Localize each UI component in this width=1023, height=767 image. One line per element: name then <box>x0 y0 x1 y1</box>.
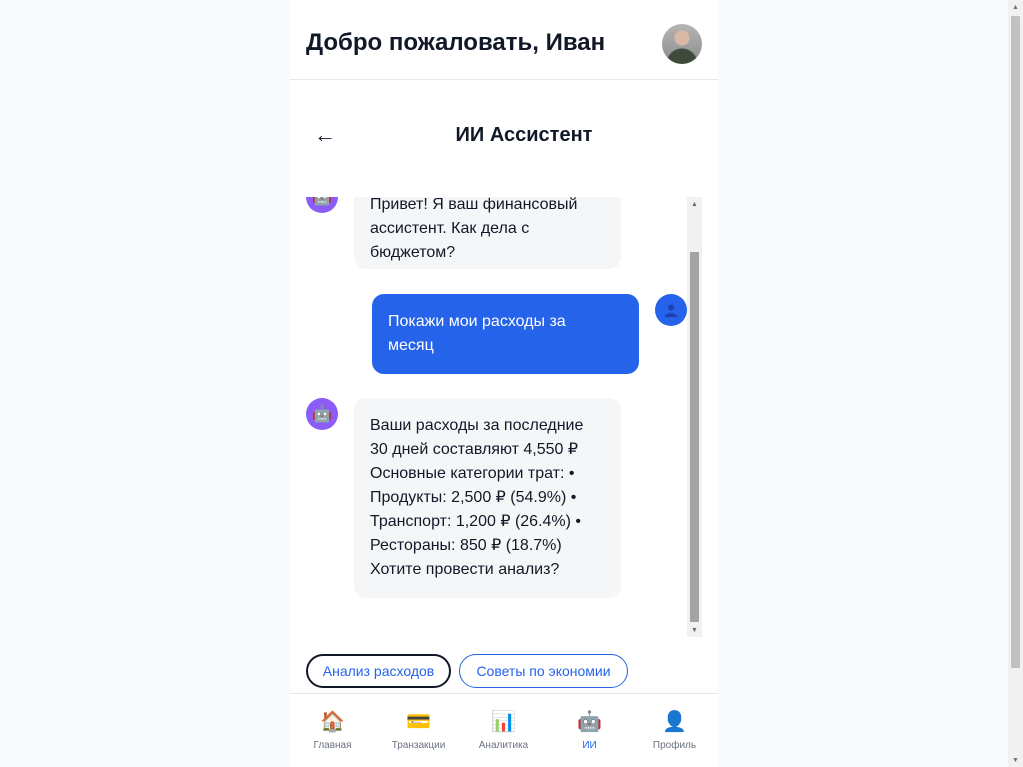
scroll-up-arrow-icon[interactable]: ▲ <box>1008 0 1023 14</box>
nav-label: Главная <box>313 740 352 751</box>
home-icon: 🏠 <box>320 711 345 733</box>
chat-messages[interactable]: 🤖 Привет! Я ваш финансовый ассистент. Ка… <box>290 197 702 637</box>
welcome-title: Добро пожаловать, Иван <box>306 29 606 56</box>
user-message-avatar-icon <box>655 294 687 326</box>
app-header: Добро пожаловать, Иван <box>290 0 718 80</box>
nav-profile[interactable]: 👤 Профиль <box>632 694 717 767</box>
page-scrollbar[interactable]: ▲ ▼ <box>1008 0 1023 767</box>
quick-reply-expense-analysis[interactable]: Анализ расходов <box>306 654 451 688</box>
app-frame: Добро пожаловать, Иван ← ИИ Ассистент 🤖 … <box>290 0 718 767</box>
assistant-title: ИИ Ассистент <box>455 124 593 146</box>
quick-reply-saving-tips[interactable]: Советы по экономии <box>459 654 628 688</box>
scroll-thumb[interactable] <box>690 252 699 622</box>
nav-transactions[interactable]: 💳 Транзакции <box>376 694 461 767</box>
bar-chart-icon: 📊 <box>491 711 516 733</box>
scroll-thumb[interactable] <box>1011 16 1020 668</box>
nav-label: Транзакции <box>391 740 446 751</box>
robot-icon: 🤖 <box>577 711 602 733</box>
nav-home[interactable]: 🏠 Главная <box>290 694 375 767</box>
user-avatar[interactable] <box>662 24 702 64</box>
nav-label: Профиль <box>652 740 697 751</box>
scroll-up-arrow-icon[interactable]: ▲ <box>687 197 702 211</box>
nav-analytics[interactable]: 📊 Аналитика <box>461 694 546 767</box>
nav-ai[interactable]: 🤖 ИИ <box>547 694 632 767</box>
bot-message: Ваши расходы за последние 30 дней состав… <box>354 398 621 598</box>
bottom-nav: 🏠 Главная 💳 Транзакции 📊 Аналитика 🤖 ИИ … <box>290 693 718 767</box>
bot-avatar-icon: 🤖 <box>306 197 338 213</box>
person-icon <box>665 304 677 317</box>
user-message: Покажи мои расходы за месяц <box>372 294 639 374</box>
bot-message: Привет! Я ваш финансовый ассистент. Как … <box>354 197 621 269</box>
nav-label: ИИ <box>582 740 597 751</box>
message-text: Ваши расходы за последние 30 дней состав… <box>370 417 584 578</box>
scroll-down-arrow-icon[interactable]: ▼ <box>687 623 702 637</box>
scroll-down-arrow-icon[interactable]: ▼ <box>1008 753 1023 767</box>
nav-label: Аналитика <box>478 740 529 751</box>
credit-card-icon: 💳 <box>406 711 431 733</box>
message-text: Привет! Я ваш финансовый ассистент. Как … <box>370 197 578 261</box>
bot-avatar-icon: 🤖 <box>306 398 338 430</box>
message-text: Покажи мои расходы за месяц <box>388 313 566 354</box>
profile-icon: 👤 <box>662 711 687 733</box>
assistant-header: ← ИИ Ассистент <box>290 81 718 191</box>
chat-scrollbar[interactable]: ▲ ▼ <box>687 197 702 637</box>
